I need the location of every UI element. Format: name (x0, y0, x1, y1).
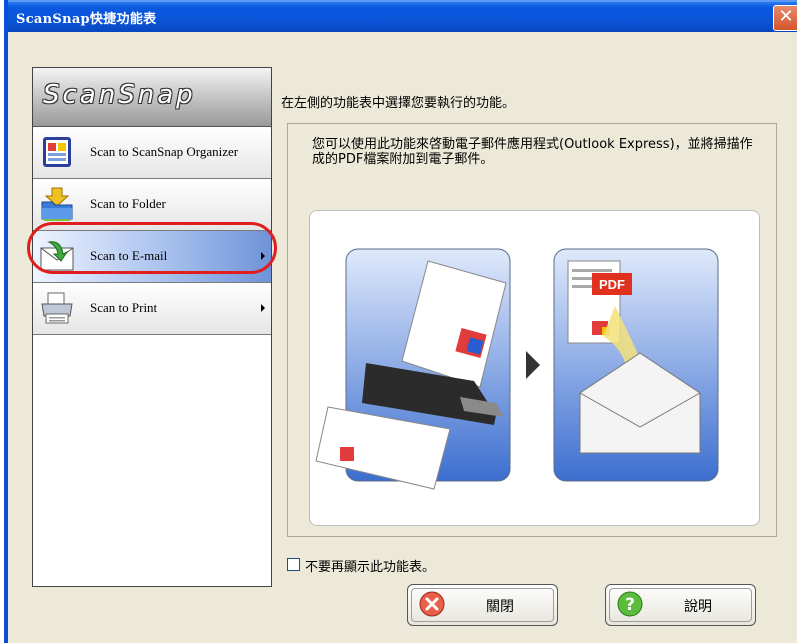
menu-item-print[interactable]: Scan to Print (33, 283, 271, 335)
scan-to-email-illustration: PDF (309, 210, 760, 526)
flow-arrow-icon (526, 351, 540, 379)
title-bar[interactable]: ScanSnap快捷功能表 ✕ (8, 0, 797, 32)
menu-label-organizer: Scan to ScanSnap Organizer (90, 144, 239, 159)
svg-text:?: ? (625, 595, 635, 615)
dont-show-again-checkbox[interactable] (287, 558, 300, 571)
scansnap-logo: ScanSnap (33, 68, 271, 127)
illustration-graphic: PDF (315, 248, 719, 490)
selection-highlight-ring (27, 222, 277, 274)
menu-label-print: Scan to Print (90, 300, 158, 315)
function-description: 您可以使用此功能來啓動電子郵件應用程式(Outlook Express)，並將掃… (312, 137, 753, 167)
help-button-label: 說明 (684, 599, 712, 615)
close-button[interactable]: 關閉 (407, 584, 558, 626)
folder-icon (41, 187, 73, 221)
function-menu: ScanSnap Scan to ScanSnap Organizer Scan… (32, 67, 272, 587)
close-button-label: 關閉 (486, 599, 514, 615)
submenu-arrow-icon (261, 304, 265, 312)
close-circle-icon (419, 591, 445, 617)
help-button[interactable]: ? 說明 (605, 584, 756, 626)
menu-item-scansnap-organizer[interactable]: Scan to ScanSnap Organizer (33, 127, 271, 179)
organizer-icon (43, 137, 71, 167)
menu-label-folder: Scan to Folder (90, 196, 166, 211)
dont-show-again-label: 不要再顯示此功能表。 (305, 560, 436, 575)
printer-icon (41, 292, 73, 324)
close-window-button[interactable]: ✕ (773, 5, 797, 31)
instruction-text: 在左側的功能表中選擇您要執行的功能。 (281, 96, 516, 111)
logo-text: ScanSnap (43, 80, 196, 110)
window-title: ScanSnap快捷功能表 (16, 12, 157, 27)
help-question-icon: ? (617, 591, 643, 617)
pdf-badge: PDF (599, 277, 625, 292)
